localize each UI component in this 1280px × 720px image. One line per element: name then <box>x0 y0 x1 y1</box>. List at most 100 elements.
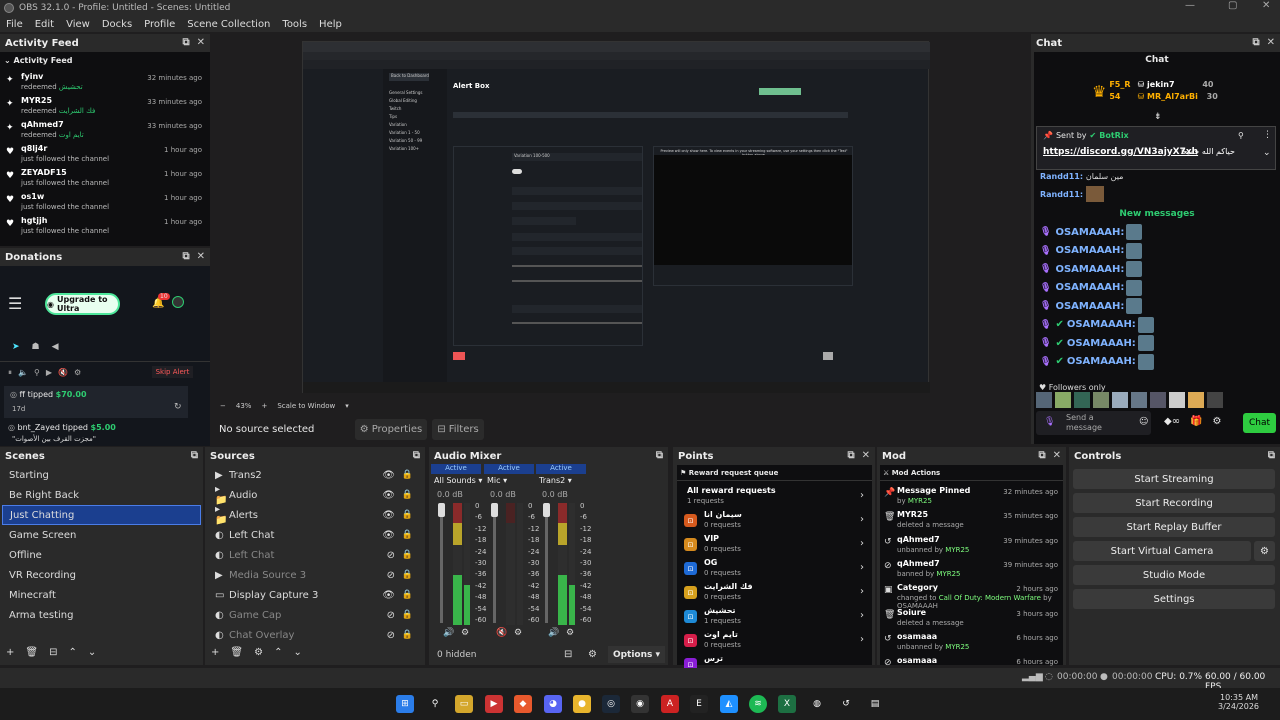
close-icon[interactable]: ✕ <box>862 450 870 461</box>
visibility-icon[interactable]: 👁 <box>382 470 395 481</box>
lock-icon[interactable]: 🔒 <box>402 470 413 480</box>
brave-icon[interactable]: ◆ <box>514 695 532 713</box>
emote-icon[interactable] <box>1207 392 1223 408</box>
reward-item[interactable]: ⊡ سيمان انا 0 requests › <box>677 509 872 533</box>
emote-icon[interactable] <box>1150 392 1166 408</box>
reward-item[interactable]: ⊡ OG 0 requests › <box>677 557 872 581</box>
add-icon[interactable]: + <box>211 647 219 658</box>
volume-slider-thumb[interactable] <box>543 503 550 517</box>
close-icon[interactable]: ✕ <box>1053 450 1061 461</box>
pinned-link[interactable]: https://discord.gg/VN3ajyX7xh <box>1043 147 1198 157</box>
channel-settings-icon[interactable]: ⚙ <box>566 628 574 638</box>
options-button[interactable]: Options ▾ <box>608 646 665 663</box>
properties-button[interactable]: ⚙ Properties <box>355 419 427 440</box>
lock-icon[interactable]: 🔒 <box>402 510 413 520</box>
robot-icon[interactable]: ☗ <box>32 342 40 352</box>
start-replay-buffer-button[interactable]: Start Replay Buffer <box>1073 517 1275 537</box>
spotify-icon[interactable]: ≋ <box>749 695 767 713</box>
float-icon[interactable]: ⧉ <box>847 450 854 461</box>
scene-item[interactable]: Just Chatting <box>2 505 201 525</box>
filter-icon[interactable]: ⊟ <box>49 647 57 658</box>
source-item[interactable]: ◐ Chat Overlay ⊘ 🔒 <box>205 625 425 645</box>
trash-icon[interactable]: 🗑 <box>230 647 243 658</box>
mixer-settings-icon[interactable]: ⚙ <box>588 649 597 660</box>
volume-slider-thumb[interactable] <box>491 503 498 517</box>
lock-icon[interactable]: 🔒 <box>402 610 413 620</box>
start-recording-button[interactable]: Start Recording <box>1073 493 1275 513</box>
mod-action-item[interactable]: ↺ osamaaa unbanned by MYR25 6 hours ago <box>880 632 1062 656</box>
emoji-icon[interactable]: ☺ <box>1139 417 1148 427</box>
gear-icon[interactable]: ⚙ <box>254 647 263 658</box>
reward-item[interactable]: ⊡ تحشيش 1 requests › <box>677 605 872 629</box>
send-message-input[interactable]: 🎙 Send a message ☺ <box>1036 411 1151 435</box>
activity-item[interactable]: ✦ fyinv redeemed تحشيش 32 minutes ago <box>4 72 204 96</box>
volume-icon[interactable]: 🔈 <box>18 368 28 378</box>
emote-icon[interactable] <box>1093 392 1109 408</box>
app4-icon[interactable]: ▤ <box>866 695 884 713</box>
activity-item[interactable]: ✦ MYR25 redeemed فك الشرايت 33 minutes ago <box>4 96 204 120</box>
zoom-in-icon[interactable]: + <box>261 402 267 410</box>
gift-icon[interactable]: 🎁 <box>1190 416 1202 427</box>
emote-icon[interactable] <box>1169 392 1185 408</box>
lock-icon[interactable]: 🔒 <box>402 530 413 540</box>
start-icon[interactable]: ⊞ <box>396 695 414 713</box>
scene-item[interactable]: Offline <box>2 545 201 565</box>
source-item[interactable]: ▸📁 Alerts 👁 🔒 <box>205 504 425 526</box>
source-item[interactable]: ◐ Game Cap ⊘ 🔒 <box>205 605 425 625</box>
float-icon[interactable]: ⧉ <box>1038 450 1045 461</box>
source-item[interactable]: ▶ Media Source 3 ⊘ 🔒 <box>205 565 425 585</box>
mod-action-item[interactable]: ↺ qAhmed7 unbanned by MYR25 39 minutes ago <box>880 535 1062 559</box>
bits-icon[interactable]: ◆∞ <box>1164 416 1180 427</box>
menu-help[interactable]: Help <box>313 19 348 30</box>
clock[interactable]: 10:35 AM 3/24/2026 <box>1218 693 1259 711</box>
settings-button[interactable]: Settings <box>1073 589 1275 609</box>
zoom-out-icon[interactable]: − <box>220 402 226 410</box>
volume-slider[interactable] <box>440 505 443 623</box>
maximize-button[interactable]: ▢ <box>1228 0 1237 11</box>
emote-icon[interactable] <box>1188 392 1204 408</box>
emote-icon[interactable] <box>1112 392 1128 408</box>
avatar[interactable] <box>172 296 184 308</box>
add-icon[interactable]: + <box>6 647 14 658</box>
megaphone-icon[interactable]: ◀ <box>52 342 59 352</box>
close-icon[interactable]: ✕ <box>197 251 205 262</box>
send-icon[interactable]: ➤ <box>12 342 20 352</box>
scene-item[interactable]: Be Right Back <box>2 485 201 505</box>
menu-tools[interactable]: Tools <box>276 19 313 30</box>
source-item[interactable]: ▶ Trans2 👁 🔒 <box>205 465 425 485</box>
obs-icon[interactable]: ◉ <box>631 695 649 713</box>
activity-item[interactable]: ♥ hgtjjh just followed the channel 1 hour … <box>4 216 204 240</box>
scene-item[interactable]: VR Recording <box>2 565 201 585</box>
mod-action-item[interactable]: ⊘ qAhmed7 banned by MYR25 39 minutes ago <box>880 559 1062 583</box>
close-icon[interactable]: ✕ <box>1267 37 1275 48</box>
emote-icon[interactable] <box>1036 392 1052 408</box>
skip-alert-button[interactable]: Skip Alert <box>152 366 193 378</box>
visibility-icon[interactable]: ⊘ <box>387 570 395 581</box>
epic-games-icon[interactable]: E <box>690 695 708 713</box>
visibility-icon[interactable]: 👁 <box>382 590 395 601</box>
search-icon[interactable]: ⚲ <box>426 695 444 713</box>
float-icon[interactable]: ⧉ <box>656 450 663 461</box>
discord-icon[interactable]: ◕ <box>544 695 562 713</box>
mod-action-item[interactable]: 📌 Message Pinned by MYR25 32 minutes ago <box>880 486 1062 510</box>
speaker-icon[interactable]: 🔊 <box>443 628 454 638</box>
virtual-camera-settings-icon[interactable]: ⚙ <box>1254 541 1275 561</box>
scene-item[interactable]: Arma testing <box>2 605 201 625</box>
adobe-icon[interactable]: A <box>661 695 679 713</box>
start-streaming-button[interactable]: Start Streaming <box>1073 469 1275 489</box>
upgrade-button[interactable]: ◉ Upgrade to Ultra <box>45 293 120 315</box>
donation-item[interactable]: ◎ ff tipped $70.00 17d ↻ <box>4 386 188 418</box>
visibility-icon[interactable]: ⊘ <box>387 610 395 621</box>
chat-send-button[interactable]: Chat <box>1243 413 1276 433</box>
scale-dropdown-icon[interactable]: ▾ <box>345 402 349 410</box>
visibility-icon[interactable]: 👁 <box>382 490 395 501</box>
filters-button[interactable]: ⊟ Filters <box>432 419 484 440</box>
reward-item[interactable]: ⊡ ترس <box>677 653 872 671</box>
replay-icon[interactable]: ↻ <box>174 402 182 412</box>
channel-settings-icon[interactable]: ⚙ <box>514 628 522 638</box>
float-icon[interactable]: ⧉ <box>182 37 189 48</box>
menu-view[interactable]: View <box>60 19 96 30</box>
reward-item[interactable]: ⊡ VIP 0 requests › <box>677 533 872 557</box>
activity-item[interactable]: ♥ q8lj4r just followed the channel 1 hour … <box>4 144 204 168</box>
lock-icon[interactable]: 🔒 <box>402 490 413 500</box>
